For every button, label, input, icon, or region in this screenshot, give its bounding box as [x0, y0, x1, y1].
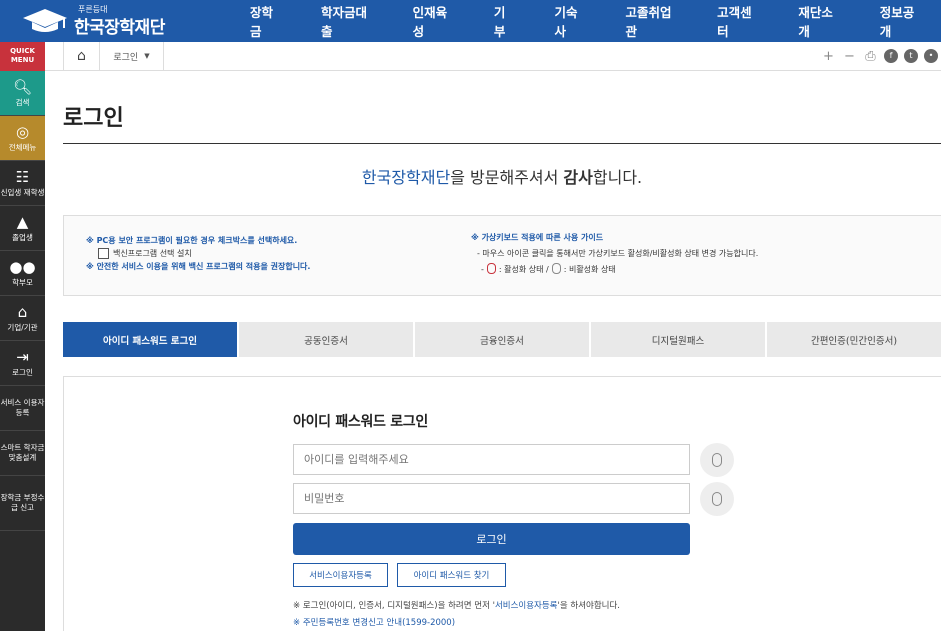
- sidebar-item-institutions[interactable]: ⌂ 기업/기관: [0, 296, 45, 341]
- tab-financial-certificate[interactable]: 금융인증서: [415, 322, 589, 357]
- people-icon: ●●: [9, 257, 36, 276]
- login-note-prefix: ※ 로그인(아이디, 인증서, 디지털원패스)을 하려면 먼저 ': [293, 601, 495, 611]
- home-icon[interactable]: ⌂: [63, 42, 100, 70]
- sidebar-item-label: 전체메뉴: [8, 142, 37, 152]
- nav-item-employment[interactable]: 고졸취업관: [606, 2, 698, 40]
- security-notice-line1: ※ PC용 보안 프로그램이 필요한 경우 체크박스를 선택하세요.: [86, 236, 298, 245]
- sidebar-item-label: 스마트 학자금 맞춤설계: [0, 443, 45, 462]
- sidebar-item-register[interactable]: 서비스 이용자 등록: [0, 386, 45, 431]
- keyboard-guide: ※ 가상키보드 적용에 따른 사용 가이드 - 마우스 아이콘 클릭을 통해서만…: [471, 230, 758, 278]
- nav-item-talent[interactable]: 인재육성: [393, 2, 474, 40]
- page-tools: + − ⎙ f t •: [818, 42, 941, 70]
- sidebar-item-graduates[interactable]: ▲ 졸업생: [0, 206, 45, 251]
- mouse-active-icon: [486, 263, 496, 274]
- nav-item-about[interactable]: 재단소개: [778, 2, 859, 40]
- nav-item-customer[interactable]: 고객센터: [697, 2, 778, 40]
- title-divider: [63, 143, 941, 144]
- sidebar-item-all-menu[interactable]: ◎ 전체메뉴: [0, 116, 45, 161]
- welcome-org: 한국장학재단: [361, 168, 451, 187]
- sidebar-item-label: 학부모: [12, 277, 33, 287]
- inactive-label: : 비활성화 상태: [563, 265, 616, 274]
- active-label: : 활성화 상태 /: [498, 265, 549, 274]
- nav-item-dormitory[interactable]: 기숙사: [535, 2, 606, 40]
- top-header: 푸른등대 한국장학재단 장학금 학자금대출 인재육성 기부 기숙사 고졸취업관 …: [0, 0, 941, 42]
- virtual-keyboard-pw-button[interactable]: [700, 482, 734, 516]
- welcome-end: 합니다.: [592, 168, 643, 187]
- facebook-icon[interactable]: f: [884, 49, 898, 63]
- zoom-out-icon[interactable]: −: [839, 49, 860, 64]
- graduation-cap-icon: ▲: [16, 212, 29, 231]
- zoom-in-icon[interactable]: +: [818, 49, 839, 64]
- logo-tagline: 푸른등대: [78, 5, 108, 14]
- share-icon[interactable]: •: [924, 49, 938, 63]
- sidebar-item-label: 졸업생: [12, 232, 33, 242]
- sidebar-item-login[interactable]: ⇥ 로그인: [0, 341, 45, 386]
- login-heading: 아이디 패스워드 로그인: [293, 414, 428, 430]
- login-method-tabs: 아이디 패스워드 로그인 공동인증서 금융인증서 디지털원패스 간편인증(민간인…: [63, 322, 941, 357]
- quick-sidebar: QUICK MENU 🔍︎ 검색 ◎ 전체메뉴 ☷ 신입생 재학생 ▲ 졸업생 …: [0, 42, 45, 631]
- notice-box: ※ PC용 보안 프로그램이 필요한 경우 체크박스를 선택하세요. 백신프로그…: [63, 215, 941, 296]
- login-panel: 아이디 패스워드 로그인 로그인 서비스이용자등록 아이디 패스워드 찾기 ※ …: [63, 376, 941, 631]
- welcome-message: 한국장학재단을 방문해주셔서 감사합니다.: [63, 164, 941, 188]
- tab-simple-auth[interactable]: 간편인증(민간인증서): [767, 322, 941, 357]
- graduation-cap-icon: [23, 9, 67, 32]
- breadcrumb-label: 로그인: [113, 52, 139, 63]
- book-icon: ☷: [15, 167, 30, 186]
- mouse-icon: [712, 453, 722, 467]
- sidebar-item-label: 장학금 부정수급 신고: [0, 493, 45, 512]
- login-button[interactable]: 로그인: [293, 523, 690, 555]
- nav-item-donation[interactable]: 기부: [474, 2, 535, 40]
- mouse-inactive-icon: [551, 263, 561, 274]
- main-nav: 장학금 학자금대출 인재육성 기부 기숙사 고졸취업관 고객센터 재단소개 정보…: [230, 0, 941, 42]
- twitter-icon[interactable]: t: [904, 49, 918, 63]
- keyboard-guide-title: ※ 가상키보드 적용에 따른 사용 가이드: [471, 233, 604, 242]
- keyboard-guide-legend: -: 활성화 상태 /: 비활성화 상태: [481, 263, 616, 274]
- tab-digital-onepass[interactable]: 디지털원패스: [591, 322, 765, 357]
- id-change-notice-link[interactable]: ※ 주민등록번호 변경신고 안내(1599-2000): [293, 616, 455, 628]
- security-notice-line2: ※ 안전한 서비스 이용을 위해 백신 프로그램의 적용을 권장합니다.: [86, 262, 311, 271]
- breadcrumb-current[interactable]: 로그인 ▼: [100, 42, 164, 70]
- quick-menu-label: QUICK MENU: [0, 42, 45, 71]
- vaccine-install-checkbox[interactable]: [98, 248, 109, 259]
- building-icon: ⌂: [17, 302, 28, 321]
- print-icon[interactable]: ⎙: [860, 49, 881, 64]
- nav-item-loan[interactable]: 학자금대출: [301, 2, 393, 40]
- welcome-bold: 감사: [563, 168, 593, 187]
- sidebar-item-label: 검색: [15, 97, 30, 107]
- site-logo[interactable]: 푸른등대 한국장학재단: [22, 4, 165, 38]
- security-notice: ※ PC용 보안 프로그램이 필요한 경우 체크박스를 선택하세요. 백신프로그…: [86, 234, 310, 273]
- login-icon: ⇥: [16, 347, 29, 366]
- sidebar-item-label: 로그인: [12, 367, 33, 377]
- user-id-input[interactable]: [293, 444, 690, 475]
- tab-id-password[interactable]: 아이디 패스워드 로그인: [63, 322, 237, 357]
- mouse-icon: [712, 492, 722, 506]
- register-button[interactable]: 서비스이용자등록: [293, 563, 388, 587]
- welcome-mid: 을 방문해주셔서: [450, 168, 564, 187]
- nav-item-scholarship[interactable]: 장학금: [230, 2, 301, 40]
- sidebar-item-parents[interactable]: ●● 학부모: [0, 251, 45, 296]
- compass-icon: ◎: [15, 122, 30, 141]
- password-input[interactable]: [293, 483, 690, 514]
- sidebar-item-label: 기업/기관: [7, 322, 38, 332]
- sidebar-item-search[interactable]: 🔍︎ 검색: [0, 71, 45, 116]
- sidebar-item-smart-plan[interactable]: 스마트 학자금 맞춤설계: [0, 431, 45, 476]
- logo-text: 한국장학재단: [74, 17, 165, 38]
- keyboard-guide-desc: - 마우스 아이콘 클릭을 통해서만 가상키보드 활성화/비활성화 상태 변경 …: [477, 249, 759, 258]
- breadcrumb: ⌂ 로그인 ▼ + − ⎙ f t •: [45, 42, 941, 71]
- login-note-suffix: '을 하셔야합니다.: [557, 601, 620, 611]
- sidebar-item-students[interactable]: ☷ 신입생 재학생: [0, 161, 45, 206]
- tab-joint-certificate[interactable]: 공동인증서: [239, 322, 413, 357]
- page-title: 로그인: [63, 106, 124, 131]
- register-link[interactable]: 서비스이용자등록: [495, 601, 558, 611]
- sidebar-item-report[interactable]: 장학금 부정수급 신고: [0, 476, 45, 531]
- vaccine-install-label: 백신프로그램 선택 설치: [113, 249, 192, 258]
- sidebar-item-label: 신입생 재학생: [0, 187, 45, 197]
- virtual-keyboard-id-button[interactable]: [700, 443, 734, 477]
- sidebar-item-label: 서비스 이용자 등록: [0, 398, 45, 417]
- login-note: ※ 로그인(아이디, 인증서, 디지털원패스)을 하려면 먼저 '서비스이용자등…: [293, 599, 620, 611]
- search-icon: 🔍︎: [12, 77, 33, 96]
- nav-item-disclosure[interactable]: 정보공개: [860, 2, 941, 40]
- chevron-down-icon: ▼: [144, 52, 150, 60]
- find-account-button[interactable]: 아이디 패스워드 찾기: [397, 563, 506, 587]
